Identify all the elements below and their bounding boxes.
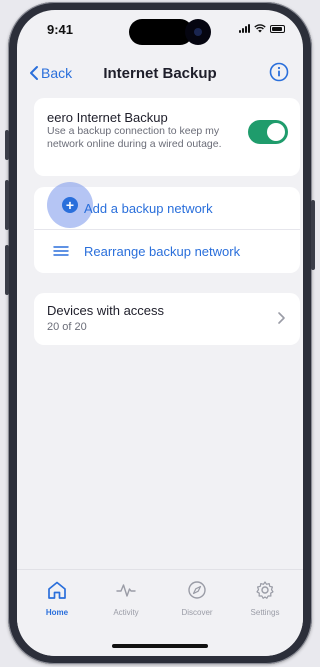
backup-toggle[interactable]: [248, 120, 288, 144]
add-icon: +: [62, 197, 78, 213]
devices-title: Devices with access: [47, 303, 165, 318]
phone-screen: 9:41 Back Internet Backup eero Internet …: [17, 10, 303, 656]
rearrange-backup-network-label: Rearrange backup network: [84, 244, 241, 259]
add-backup-network-label: Add a backup network: [84, 201, 213, 216]
backup-title: eero Internet Backup: [47, 110, 168, 125]
toggle-knob: [267, 123, 285, 141]
home-indicator: [112, 644, 208, 648]
navigation-bar: Back Internet Backup: [17, 60, 303, 92]
power-button: [311, 200, 315, 270]
home-icon: [48, 581, 66, 599]
tab-discover[interactable]: Discover: [167, 580, 227, 617]
devices-count: 20 of 20: [47, 321, 87, 333]
tab-home-label: Home: [45, 608, 69, 617]
signal-icon: [239, 24, 250, 33]
front-camera: [185, 19, 211, 45]
status-icons: [239, 24, 285, 33]
mute-switch: [5, 130, 9, 160]
status-time: 9:41: [47, 22, 74, 37]
tab-activity-label: Activity: [113, 608, 139, 617]
tab-settings-label: Settings: [250, 608, 280, 617]
volume-up-button: [5, 180, 9, 230]
dynamic-island: [129, 19, 193, 45]
devices-with-access-row[interactable]: Devices with access 20 of 20: [34, 293, 300, 345]
wifi-icon: [254, 24, 266, 33]
chevron-right-icon: [278, 312, 285, 324]
add-backup-network-row[interactable]: + Add a backup network: [34, 182, 300, 230]
rearrange-backup-network-row[interactable]: Rearrange backup network: [34, 230, 300, 273]
info-button[interactable]: [269, 62, 289, 87]
internet-backup-card: eero Internet Backup Use a backup connec…: [34, 98, 300, 176]
backup-description: Use a backup connection to keep my netwo…: [47, 125, 222, 150]
tab-activity[interactable]: Activity: [96, 580, 156, 617]
status-bar: 9:41: [17, 10, 303, 54]
backup-actions-card: + Add a backup network Rearrange backup …: [34, 182, 300, 273]
tab-home[interactable]: Home: [27, 580, 87, 617]
battery-icon: [270, 24, 285, 33]
tab-discover-label: Discover: [181, 608, 213, 617]
volume-down-button: [5, 245, 9, 295]
tab-bar: Home Activity Discover Settings: [17, 569, 303, 656]
tab-settings[interactable]: Settings: [235, 580, 295, 617]
reorder-icon: [53, 246, 69, 256]
info-icon: [269, 62, 289, 82]
activity-icon: [116, 584, 136, 597]
page-title: Internet Backup: [103, 65, 217, 82]
gear-icon: [256, 581, 274, 599]
compass-icon: [188, 581, 206, 599]
